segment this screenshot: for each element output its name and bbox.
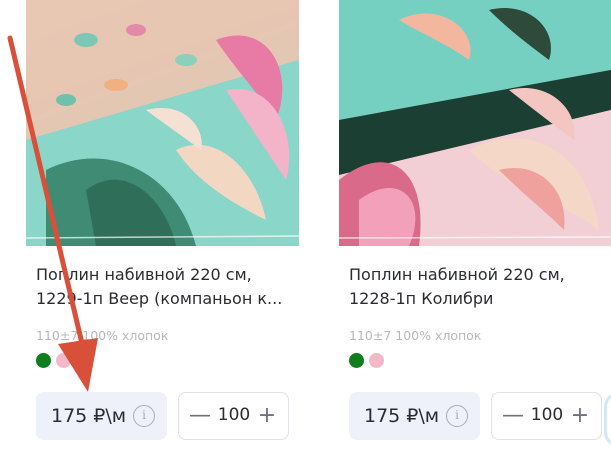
color-swatch-green[interactable] (36, 353, 51, 368)
product-image[interactable] (26, 0, 299, 246)
product-spec: 110±7 100% хлопок (36, 328, 169, 343)
product-image[interactable] (339, 0, 611, 246)
color-swatch-green[interactable] (349, 353, 364, 368)
product-title[interactable]: Поплин набивной 220 см, 1228-1п Колибри (349, 263, 611, 311)
product-spec: 110±7 100% хлопок (349, 328, 482, 343)
product-title-line[interactable]: Поплин набивной 220 см, (349, 263, 611, 287)
product-title-line[interactable]: 1228-1п Колибри (349, 287, 611, 311)
floating-chat-button[interactable] (604, 392, 611, 447)
fabric-print-illustration (26, 0, 299, 246)
color-swatch-pink[interactable] (369, 353, 384, 368)
price-label: 175 ₽\м (364, 405, 440, 427)
quantity-stepper: — 100 + (491, 392, 602, 440)
price-box: 175 ₽\м i (36, 392, 167, 440)
fabric-print-illustration (339, 0, 611, 246)
price-box: 175 ₽\м i (349, 392, 480, 440)
product-title-line[interactable]: 1229-1п Веер (компаньон к... (36, 287, 298, 311)
product-title-line[interactable]: Поплин набивной 220 см, (36, 263, 298, 287)
increase-button[interactable]: + (563, 393, 597, 438)
product-title[interactable]: Поплин набивной 220 см, 1229-1п Веер (ко… (36, 263, 298, 311)
quantity-input[interactable]: 100 (213, 393, 255, 438)
quantity-input[interactable]: 100 (526, 393, 568, 438)
decrease-button[interactable]: — (183, 393, 217, 438)
decrease-button[interactable]: — (496, 393, 530, 438)
info-icon[interactable]: i (446, 405, 468, 427)
color-swatch-pink[interactable] (56, 353, 71, 368)
price-label: 175 ₽\м (51, 405, 127, 427)
info-icon[interactable]: i (133, 405, 155, 427)
increase-button[interactable]: + (250, 393, 284, 438)
quantity-stepper: — 100 + (178, 392, 289, 440)
